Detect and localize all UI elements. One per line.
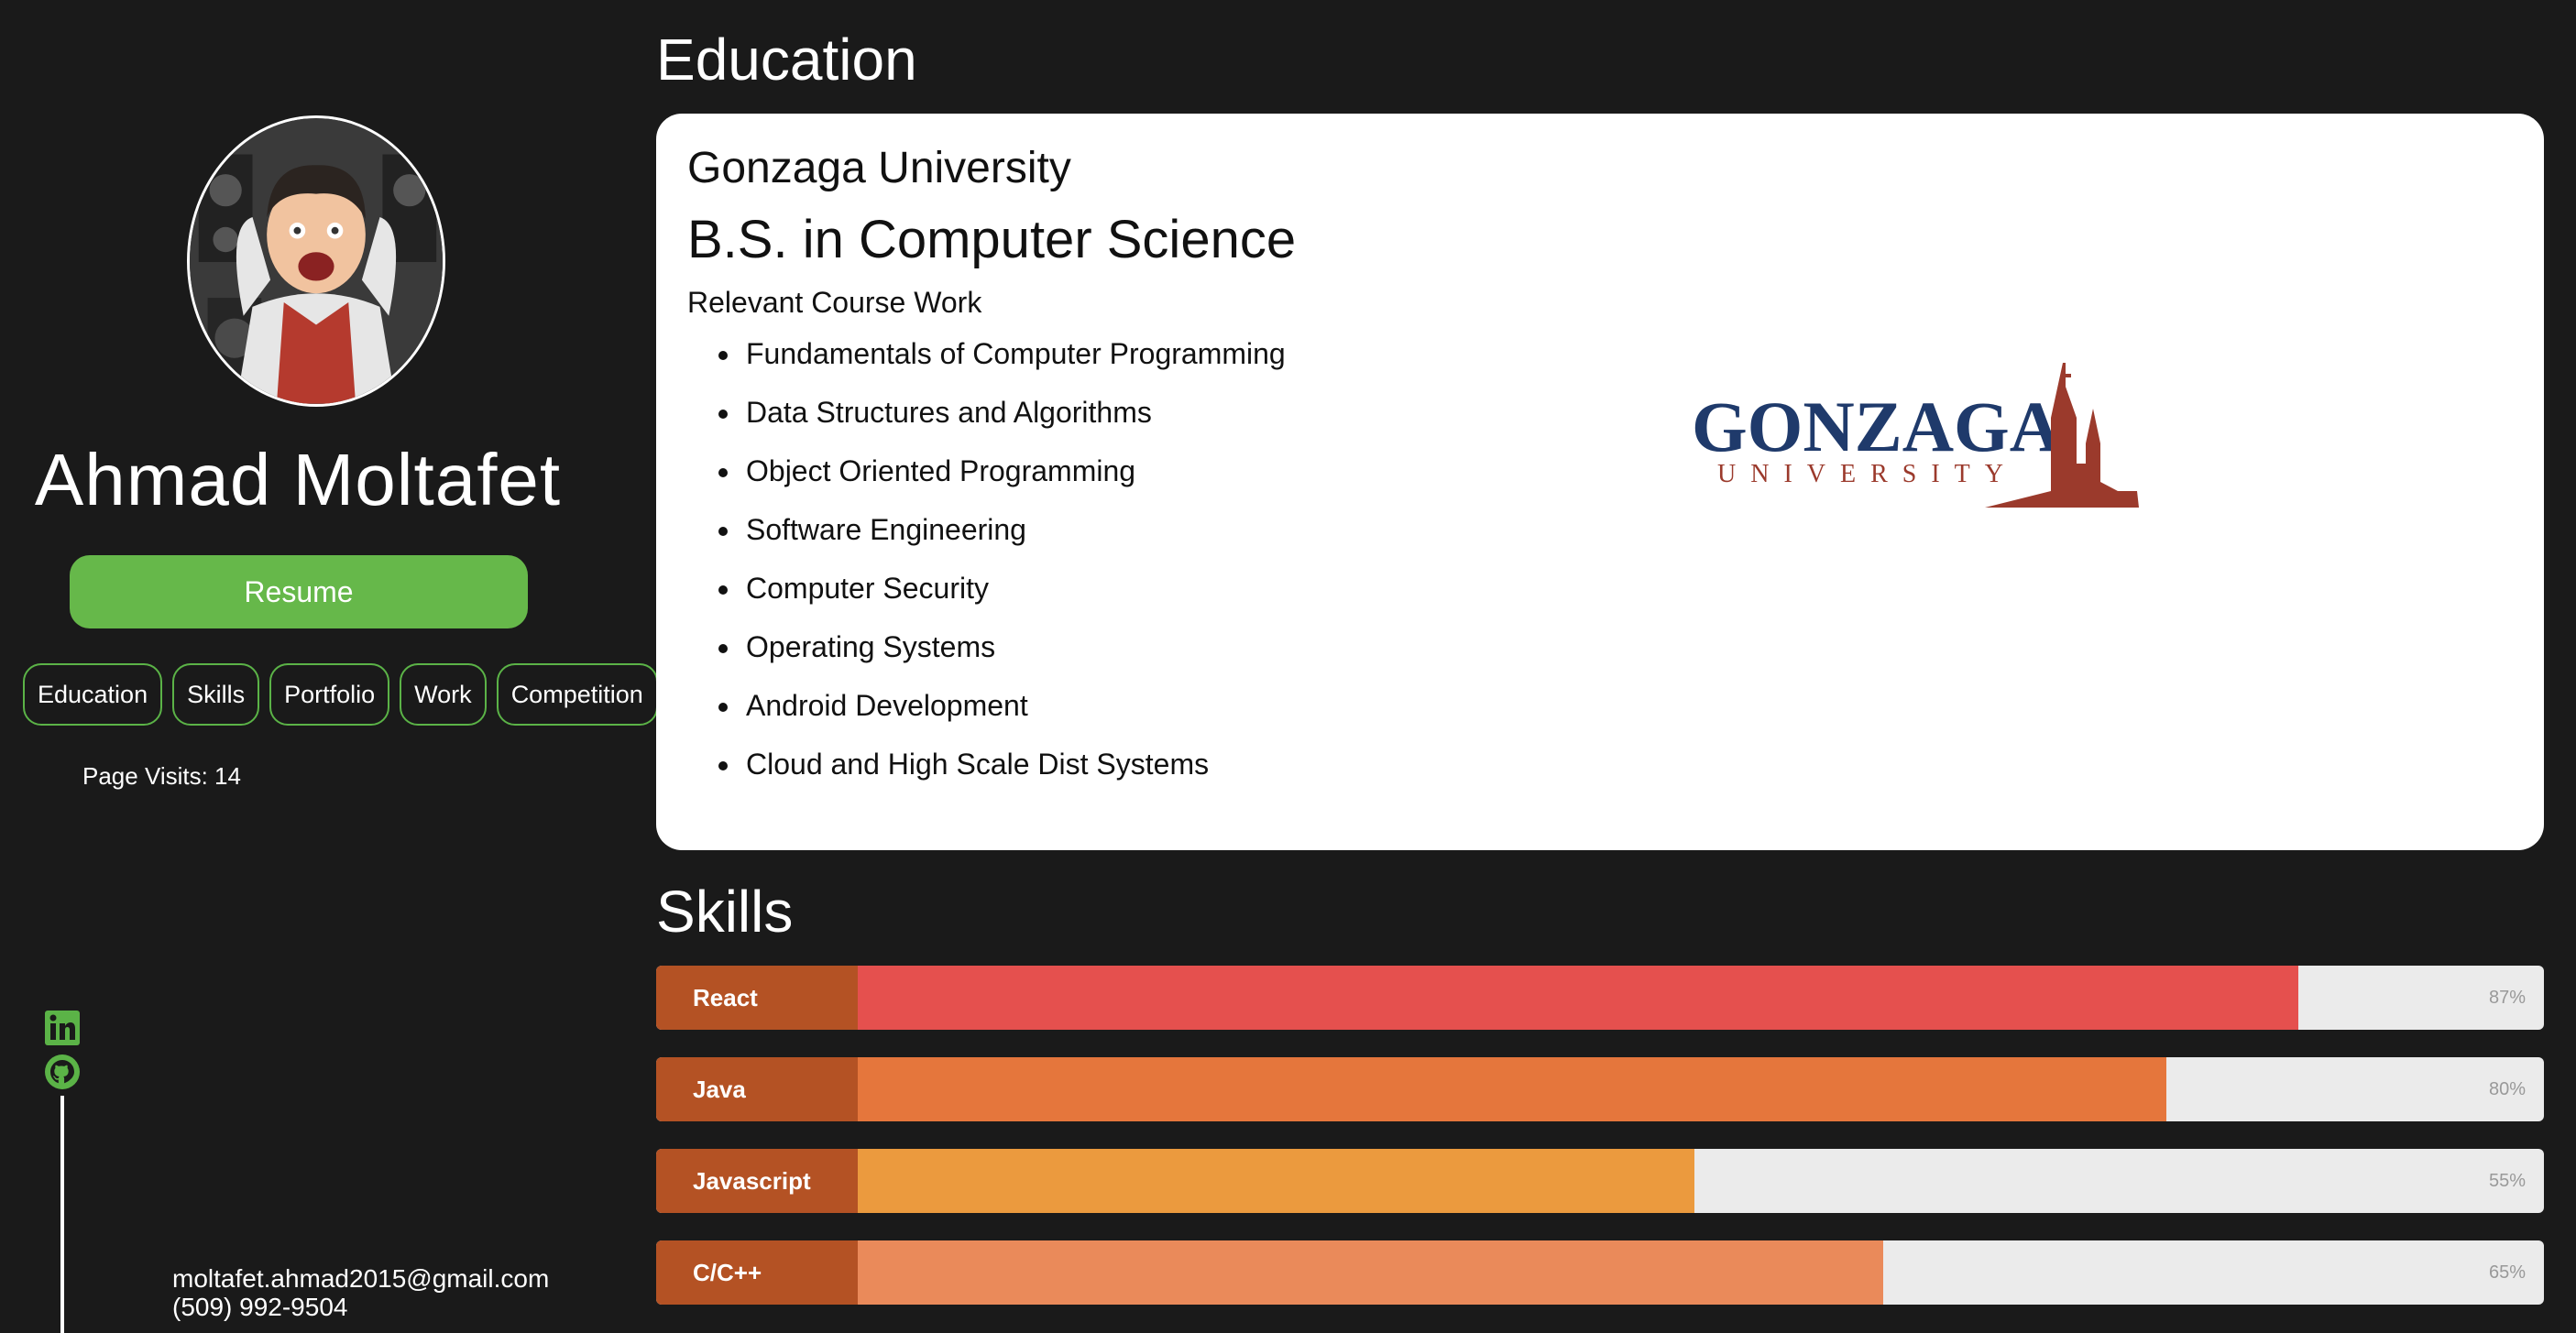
course-item: Cloud and High Scale Dist Systems [715,748,1286,806]
coursework-heading: Relevant Course Work [687,286,982,319]
logo-wordmark: GONZAGA [1692,387,2061,466]
skill-fill [858,1240,1883,1305]
skills-heading: Skills [656,879,794,945]
education-card: Gonzaga University B.S. in Computer Scie… [656,114,2544,850]
github-icon[interactable] [44,1054,81,1090]
social-divider-line [60,1096,64,1333]
course-item: Software Engineering [715,513,1286,572]
avatar-image [190,118,443,404]
course-item: Operating Systems [715,630,1286,689]
sidebar: Ahmad Moltafet Resume Education Skills P… [0,0,658,1333]
profile-name: Ahmad Moltafet [34,439,562,520]
skill-name: React [656,966,858,1030]
course-item: Object Oriented Programming [715,454,1286,513]
skill-percent: 65% [2488,1262,2526,1283]
gonzaga-logo: GONZAGA UNIVERSITY [1692,363,2139,508]
logo-subtitle: UNIVERSITY [1717,460,2018,488]
course-item: Android Development [715,689,1286,748]
skill-percent: 80% [2488,1078,2526,1099]
skill-bar: Javascript 55% [656,1149,2544,1213]
course-item: Fundamentals of Computer Programming [715,337,1286,396]
skills-list: React 87% Java 80% Javascript 55% C/C++ … [656,966,2544,1332]
nav-education[interactable]: Education [23,663,163,726]
course-list: Fundamentals of Computer Programming Dat… [715,337,1286,806]
section-nav: Education Skills Portfolio Work Competit… [23,663,658,726]
course-item: Computer Security [715,572,1286,630]
linkedin-icon[interactable] [44,1010,81,1046]
skill-bar: C/C++ 65% [656,1240,2544,1305]
portfolio-page: Ahmad Moltafet Resume Education Skills P… [0,0,2576,1333]
contact-phone: (509) 992-9504 [172,1293,348,1321]
contact-info: moltafet.ahmad2015@gmail.com (509) 992-9… [172,1264,549,1321]
education-heading: Education [656,27,917,93]
skill-bar: React 87% [656,966,2544,1030]
skill-fill [858,1057,2166,1121]
page-visits-counter: Page Visits: 14 [82,762,241,790]
skill-fill [858,1149,1694,1213]
skill-name: Javascript [656,1149,858,1213]
nav-portfolio[interactable]: Portfolio [269,663,390,726]
skill-percent: 55% [2488,1170,2526,1191]
skill-percent: 87% [2488,987,2526,1008]
nav-work[interactable]: Work [400,663,487,726]
skill-name: Java [656,1057,858,1121]
resume-button[interactable]: Resume [70,555,528,628]
skill-fill [858,966,2299,1030]
course-item: Data Structures and Algorithms [715,396,1286,454]
school-name: Gonzaga University [687,144,1071,192]
skill-bar: Java 80% [656,1057,2544,1121]
contact-email[interactable]: moltafet.ahmad2015@gmail.com [172,1264,549,1293]
degree-title: B.S. in Computer Science [687,210,1297,269]
nav-competition[interactable]: Competition [496,663,658,726]
social-links [44,1010,81,1098]
avatar [187,115,445,407]
nav-skills[interactable]: Skills [172,663,260,726]
skill-name: C/C++ [656,1240,858,1305]
